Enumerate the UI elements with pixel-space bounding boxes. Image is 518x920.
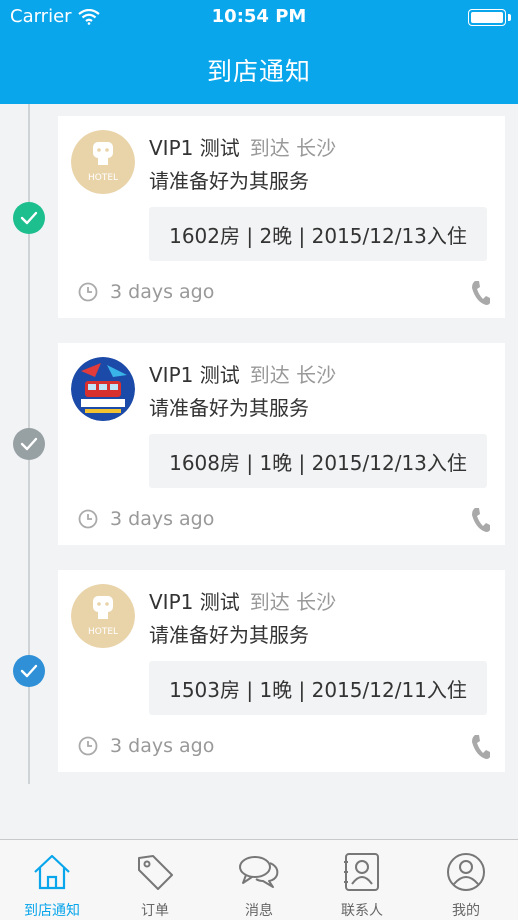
status-bar: Carrier 10:54 PM (0, 0, 518, 34)
booking-details: 1608房 | 1晚 | 2015/12/13入住 (149, 434, 487, 488)
clock-icon (78, 509, 98, 529)
status-check-icon (13, 428, 45, 460)
header-bar: Carrier 10:54 PM 到店通知 (0, 0, 518, 104)
time-row: 3 days ago (78, 281, 214, 303)
notification-message: 请准备好为其服务 (149, 623, 309, 647)
arrival-location: 到达 长沙 (249, 590, 337, 614)
guest-name-line: VIP1 测试 到达 长沙 (149, 359, 336, 388)
hotel-logo-avatar: HOTEL (71, 584, 135, 648)
phone-icon[interactable] (471, 734, 491, 764)
time-row: 3 days ago (78, 735, 214, 757)
tab-orders[interactable]: 订单 (103, 840, 207, 920)
tab-label: 联系人 (341, 903, 383, 919)
battery-icon (468, 9, 506, 26)
guest-name-line: VIP1 测试 到达 长沙 (149, 132, 336, 161)
home-icon (32, 852, 72, 892)
phone-icon[interactable] (471, 280, 491, 310)
tab-profile[interactable]: 我的 (414, 840, 518, 920)
notification-message: 请准备好为其服务 (149, 396, 309, 420)
time-ago: 3 days ago (110, 281, 215, 303)
notification-card[interactable]: HOTEL VIP1 测试 到达 长沙 请准备好为其服务 1503房 | 1晚 |… (58, 570, 505, 772)
notification-card[interactable]: HOTEL VIP1 测试 到达 长沙 请准备好为其服务 1602房 | 2晚 |… (58, 116, 505, 318)
status-check-icon (13, 655, 45, 687)
clock-icon (78, 282, 98, 302)
tab-contacts[interactable]: 联系人 (310, 840, 414, 920)
phone-icon[interactable] (471, 507, 491, 537)
tab-label: 我的 (452, 903, 480, 919)
notification-card[interactable]: VIP1 测试 到达 长沙 请准备好为其服务 1608房 | 1晚 | 2015/… (58, 343, 505, 545)
svg-text:HOTEL: HOTEL (88, 627, 118, 637)
status-check-icon (13, 202, 45, 234)
tag-icon (135, 852, 175, 892)
tab-label: 消息 (245, 903, 273, 919)
tab-messages[interactable]: 消息 (207, 840, 311, 920)
profile-icon (446, 852, 486, 892)
tab-label: 订单 (141, 903, 169, 919)
arrival-location: 到达 长沙 (249, 136, 337, 160)
tab-label: 到店通知 (24, 903, 80, 919)
time-row: 3 days ago (78, 508, 214, 530)
guest-name-line: VIP1 测试 到达 长沙 (149, 586, 336, 615)
tab-arrival-notice[interactable]: 到店通知 (0, 840, 104, 920)
svg-text:HOTEL: HOTEL (88, 173, 118, 183)
clock-icon (78, 736, 98, 756)
status-time: 10:54 PM (211, 6, 307, 27)
guest-name: VIP1 测试 (149, 363, 240, 387)
hotel-logo-avatar: HOTEL (71, 130, 135, 194)
guest-name: VIP1 测试 (149, 590, 240, 614)
time-ago: 3 days ago (110, 735, 215, 757)
guest-photo-avatar (71, 357, 135, 421)
time-ago: 3 days ago (110, 508, 215, 530)
chat-icon (237, 852, 281, 892)
guest-name: VIP1 测试 (149, 136, 240, 160)
arrival-location: 到达 长沙 (249, 363, 337, 387)
contacts-icon (343, 852, 381, 892)
booking-details: 1602房 | 2晚 | 2015/12/13入住 (149, 207, 487, 261)
notification-message: 请准备好为其服务 (149, 169, 309, 193)
booking-details: 1503房 | 1晚 | 2015/12/11入住 (149, 661, 487, 715)
tab-bar: 到店通知 订单 消息 联系人 我的 (0, 839, 518, 920)
page-title: 到店通知 (206, 57, 311, 86)
